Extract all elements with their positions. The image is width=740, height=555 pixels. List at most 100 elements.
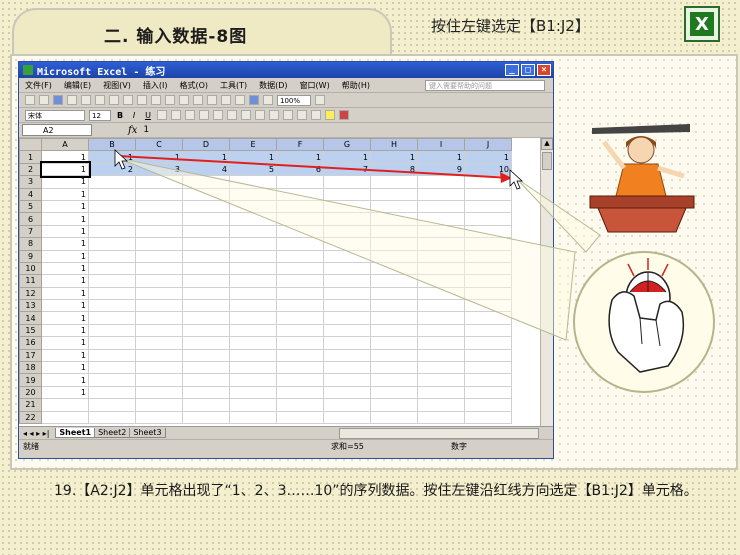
cell[interactable]: 1: [39, 161, 91, 178]
spelling-icon[interactable]: [95, 95, 105, 105]
cell[interactable]: [135, 199, 183, 214]
cell[interactable]: [135, 323, 183, 338]
menu-data[interactable]: 数据(D): [259, 80, 287, 91]
menu-edit[interactable]: 编辑(E): [64, 80, 91, 91]
column-header-e[interactable]: E: [229, 137, 277, 152]
cell[interactable]: [182, 410, 230, 425]
row-header[interactable]: 22: [19, 410, 42, 425]
column-header-g[interactable]: G: [323, 137, 371, 152]
borders-icon[interactable]: [311, 110, 321, 120]
cell[interactable]: [276, 249, 324, 263]
cell[interactable]: 6: [276, 162, 324, 177]
scroll-thumb[interactable]: [542, 152, 552, 170]
menu-file[interactable]: 文件(F): [25, 80, 52, 91]
cell[interactable]: [135, 261, 183, 276]
cell[interactable]: [88, 299, 136, 313]
cell-table[interactable]: ABCDEFGHIJ 1 1 1 1 1 1 1 1 1 1 1 2 1 2 3 4 5 6 7 8 9 10 3 1 4 1 5 1…: [19, 137, 512, 425]
row-header[interactable]: 20: [19, 385, 42, 400]
cell[interactable]: [323, 299, 371, 313]
cell[interactable]: [323, 261, 371, 276]
row-header[interactable]: 1: [19, 150, 42, 164]
cell[interactable]: [464, 237, 512, 251]
cell[interactable]: 1: [41, 261, 89, 276]
cell[interactable]: 1: [41, 212, 89, 226]
cell[interactable]: [370, 336, 418, 350]
cell[interactable]: [464, 299, 512, 313]
cell[interactable]: [182, 348, 230, 363]
cell[interactable]: [370, 187, 418, 201]
menu-view[interactable]: 视图(V): [103, 80, 131, 91]
save-icon[interactable]: [53, 95, 63, 105]
cell[interactable]: [88, 410, 136, 425]
row-header[interactable]: 19: [19, 373, 42, 387]
worksheet-grid[interactable]: ABCDEFGHIJ 1 1 1 1 1 1 1 1 1 1 1 2 1 2 3 4 5 6 7 8 9 10 3 1 4 1 5 1…: [19, 137, 553, 426]
cell[interactable]: [88, 237, 136, 251]
cell[interactable]: 1: [41, 336, 89, 350]
cell[interactable]: [88, 274, 136, 288]
align-right-icon[interactable]: [185, 110, 195, 120]
cell[interactable]: [417, 224, 465, 239]
row-header[interactable]: 12: [19, 286, 42, 301]
cell[interactable]: [276, 323, 324, 338]
cell[interactable]: [182, 286, 230, 301]
cell[interactable]: [464, 311, 512, 325]
vertical-scrollbar[interactable]: ▲: [540, 138, 553, 426]
cell[interactable]: [135, 336, 183, 350]
zoom-select[interactable]: 100%: [277, 94, 311, 106]
cell[interactable]: [276, 348, 324, 363]
cell[interactable]: [135, 224, 183, 239]
cell[interactable]: [464, 249, 512, 263]
cell[interactable]: [229, 187, 277, 201]
cell[interactable]: [323, 286, 371, 301]
cell[interactable]: [135, 187, 183, 201]
autosum-icon[interactable]: [207, 95, 217, 105]
cell[interactable]: [276, 336, 324, 350]
menu-help[interactable]: 帮助(H): [342, 80, 370, 91]
cell[interactable]: [229, 274, 277, 288]
cell[interactable]: [182, 299, 230, 313]
window-titlebar[interactable]: Microsoft Excel - 练习 _ □ ×: [19, 62, 553, 78]
cell[interactable]: [229, 249, 277, 263]
cell[interactable]: [370, 224, 418, 239]
cell[interactable]: [417, 187, 465, 201]
cell[interactable]: [229, 361, 277, 375]
cell[interactable]: [464, 410, 512, 425]
cell[interactable]: [417, 274, 465, 288]
cell[interactable]: [276, 224, 324, 239]
cell[interactable]: [370, 361, 418, 375]
cell[interactable]: [135, 237, 183, 251]
row-header[interactable]: 7: [19, 224, 42, 239]
cell[interactable]: 1: [41, 286, 89, 301]
column-header-a[interactable]: A: [41, 137, 89, 152]
cell[interactable]: [182, 361, 230, 375]
cell[interactable]: 10: [464, 162, 512, 177]
cell[interactable]: 1: [41, 299, 89, 313]
cell[interactable]: [370, 261, 418, 276]
row-header[interactable]: 4: [19, 187, 42, 201]
cell[interactable]: [417, 348, 465, 363]
cell[interactable]: 1: [41, 311, 89, 325]
cell[interactable]: [182, 212, 230, 226]
cell[interactable]: [417, 261, 465, 276]
cell[interactable]: 1: [276, 150, 324, 164]
cell[interactable]: [88, 361, 136, 375]
cell[interactable]: [323, 237, 371, 251]
cell[interactable]: [135, 274, 183, 288]
cell[interactable]: [370, 410, 418, 425]
cell[interactable]: [323, 249, 371, 263]
cell[interactable]: [229, 175, 277, 189]
cell[interactable]: [417, 398, 465, 412]
cell[interactable]: [323, 187, 371, 201]
cell[interactable]: [229, 373, 277, 387]
bold-button[interactable]: B: [115, 111, 125, 120]
row-header[interactable]: 10: [19, 261, 42, 276]
cell[interactable]: [370, 212, 418, 226]
cell[interactable]: [229, 237, 277, 251]
cell[interactable]: [276, 274, 324, 288]
cell[interactable]: 1: [135, 150, 183, 164]
horizontal-scrollbar[interactable]: [339, 427, 539, 439]
cell[interactable]: 1: [41, 274, 89, 288]
cell[interactable]: [229, 323, 277, 338]
cell[interactable]: [276, 385, 324, 400]
cell[interactable]: [417, 323, 465, 338]
